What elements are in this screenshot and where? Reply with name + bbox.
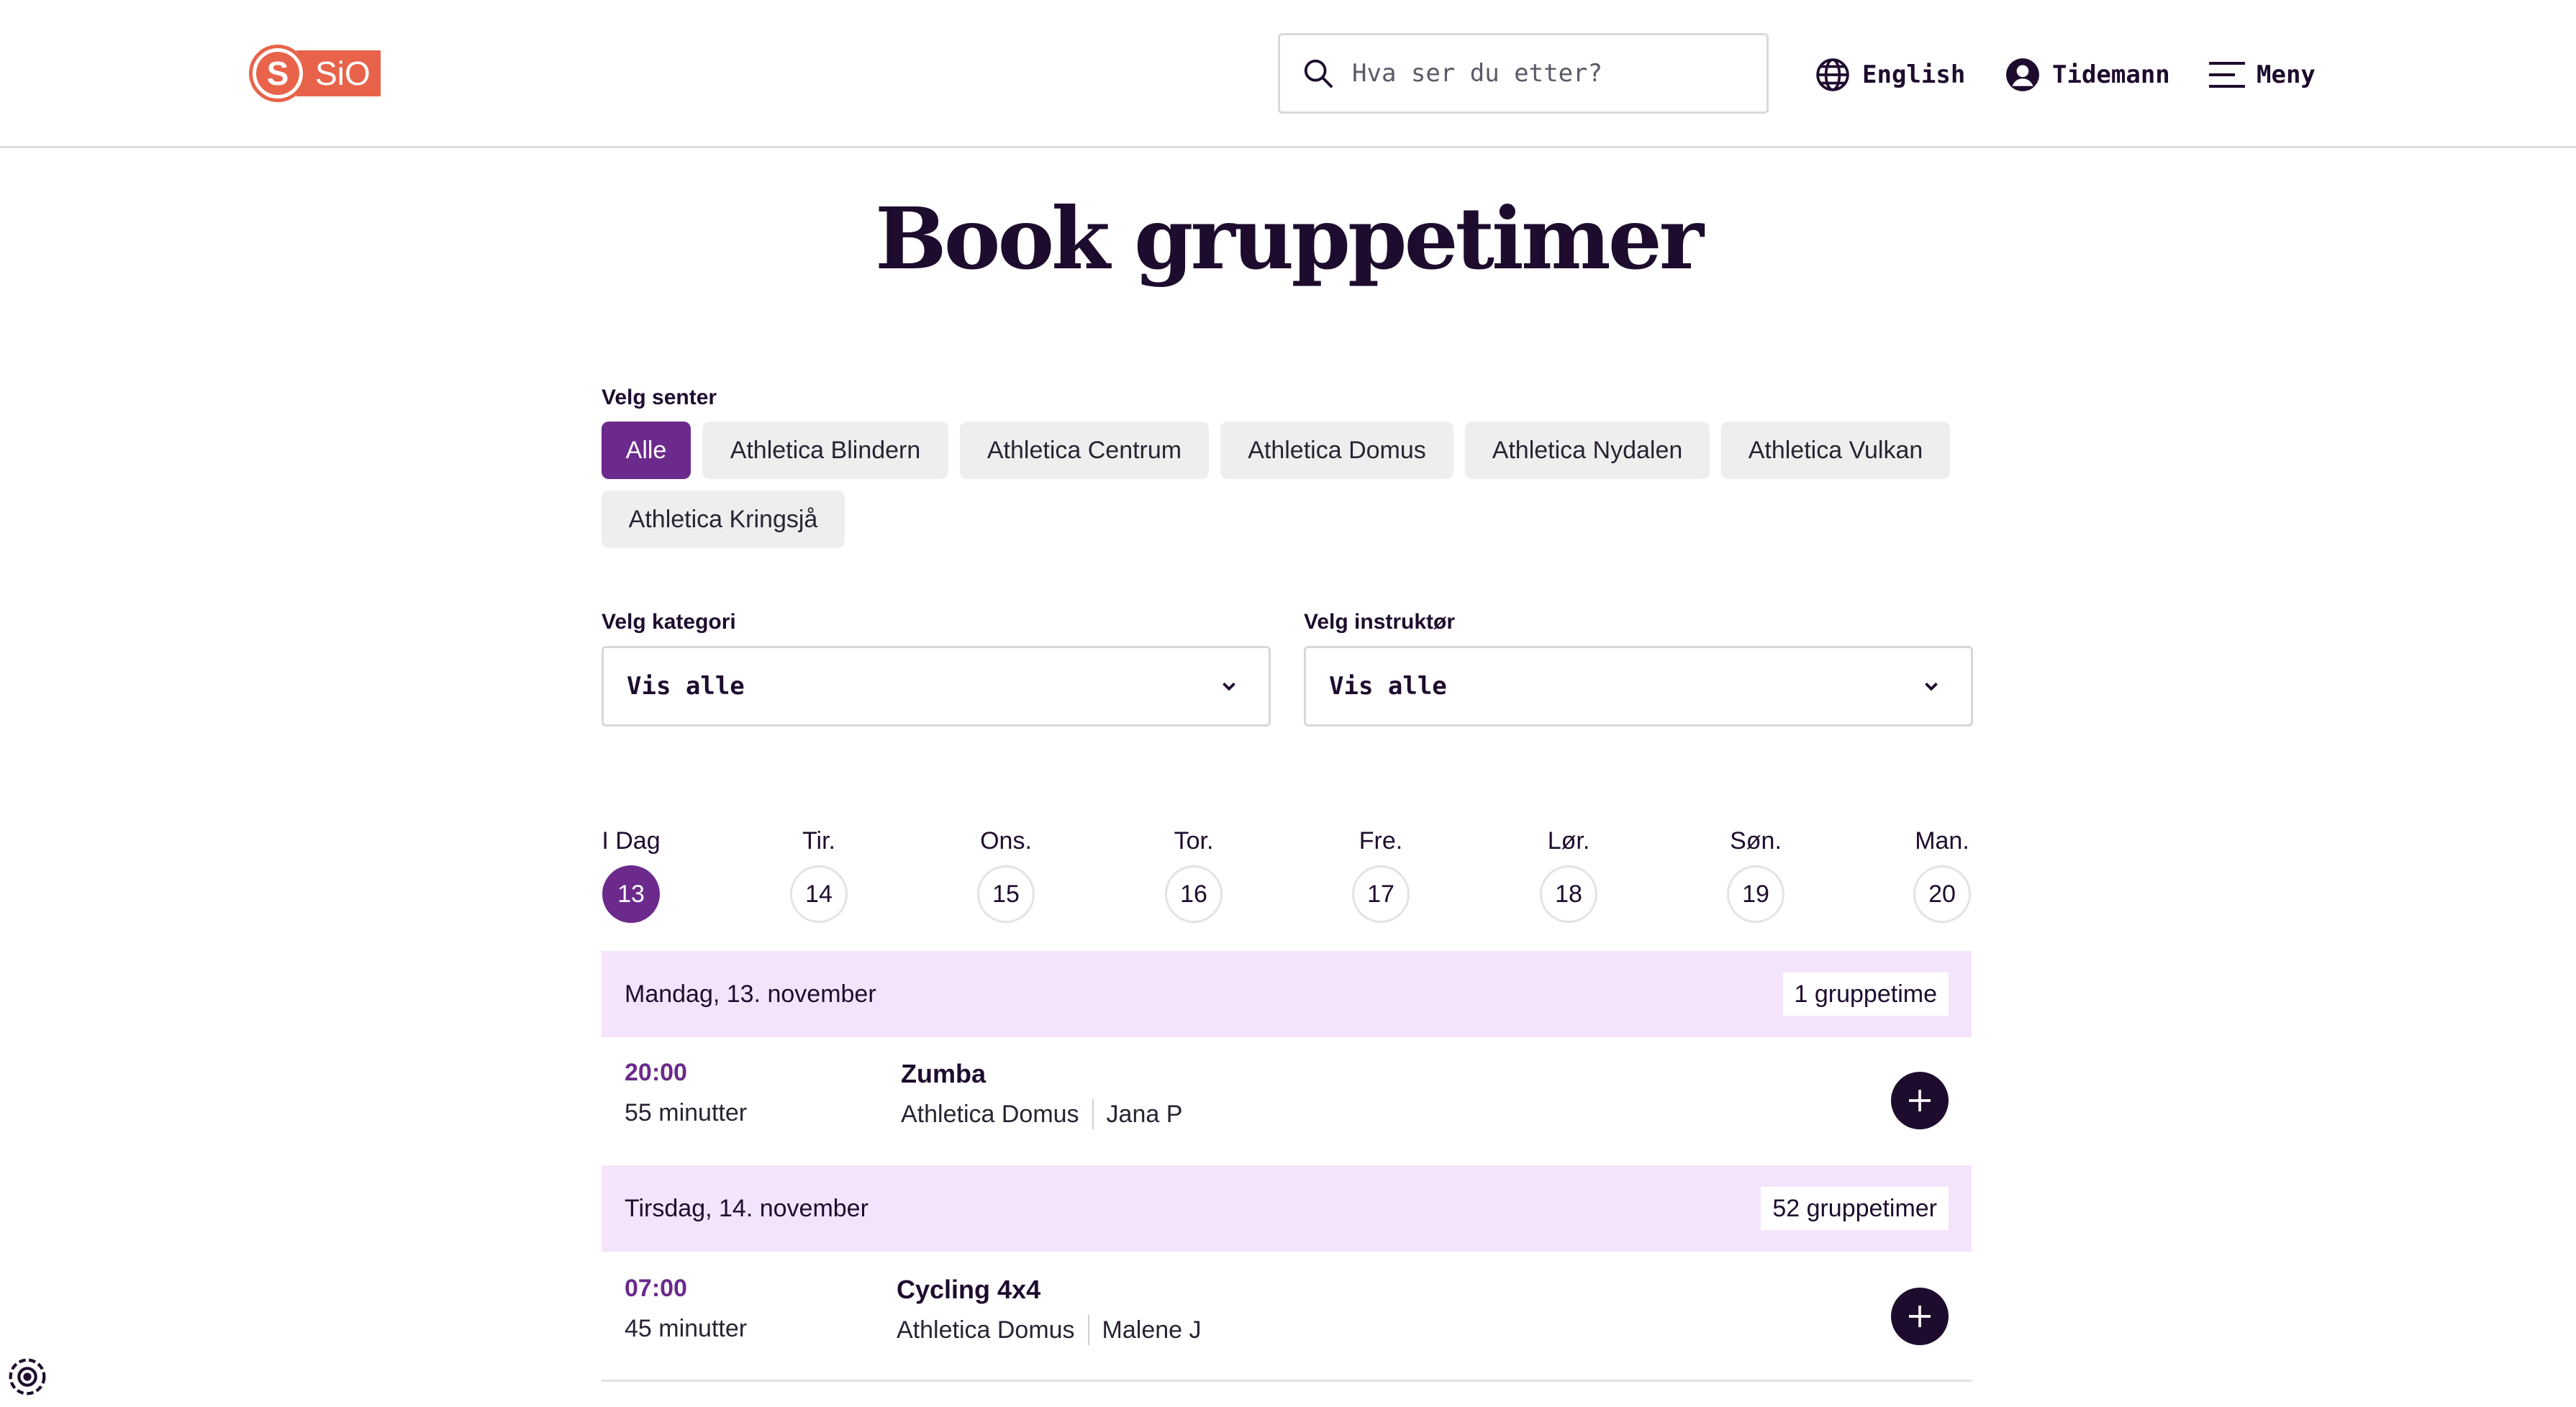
day-date: 15 (977, 865, 1035, 923)
hamburger-icon (2209, 62, 2245, 88)
logo-text: SiO (296, 50, 381, 96)
schedule-day-header: Mandag, 13. november 1 gruppetime (602, 951, 1972, 1037)
day-name: Man. (1915, 827, 1969, 855)
center-chip-kringsja[interactable]: Athletica Kringsjå (602, 491, 845, 548)
center-filter-label: Velg senter (602, 386, 717, 409)
day-date: 17 (1352, 865, 1410, 923)
class-center: Athletica Domus (897, 1316, 1075, 1344)
class-count-badge: 52 gruppetimer (1761, 1187, 1949, 1230)
search-box[interactable] (1278, 33, 1769, 114)
center-chip-domus[interactable]: Athletica Domus (1220, 422, 1453, 479)
chevron-down-icon (1925, 682, 1938, 691)
center-chip-blindern[interactable]: Athletica Blindern (702, 422, 948, 479)
add-class-button[interactable] (1891, 1288, 1949, 1345)
category-select[interactable]: Vis alle (602, 646, 1271, 727)
divider (1092, 1099, 1094, 1129)
accessibility-icon[interactable] (7, 1357, 47, 1397)
class-name: Zumba (901, 1059, 987, 1088)
center-chip-centrum[interactable]: Athletica Centrum (960, 422, 1209, 479)
class-row[interactable]: 20:00 55 minutter Zumba Athletica Domus … (602, 1047, 1972, 1155)
logo-badge: S (249, 45, 307, 102)
class-row[interactable]: 07:00 45 minutter Cycling 4x4 Athletica … (602, 1263, 1972, 1371)
day-tab-0[interactable]: I Dag 13 (591, 827, 671, 923)
user-icon (2006, 58, 2039, 91)
day-tab-7[interactable]: Man. 20 (1902, 827, 1982, 923)
center-chip-vulkan[interactable]: Athletica Vulkan (1721, 422, 1950, 479)
day-name: Ons. (980, 827, 1032, 855)
day-tab-4[interactable]: Fre. 17 (1341, 827, 1420, 923)
day-name: Søn. (1730, 827, 1782, 855)
class-meta: Athletica Domus Malene J (897, 1315, 1202, 1345)
day-date: 16 (1165, 865, 1223, 923)
category-select-value: Vis alle (627, 672, 745, 701)
day-date: 19 (1727, 865, 1784, 923)
class-duration: 45 minutter (625, 1315, 748, 1342)
schedule-date-label: Mandag, 13. november (625, 980, 876, 1008)
instructor-filter-label: Velg instruktør (1304, 610, 1456, 634)
search-input[interactable] (1351, 58, 1756, 88)
plus-icon (1909, 1090, 1931, 1111)
language-label: English (1862, 60, 1966, 89)
day-tab-2[interactable]: Ons. 15 (966, 827, 1046, 923)
class-instructor: Jana P (1106, 1100, 1183, 1128)
day-name: Tor. (1174, 827, 1214, 855)
chevron-down-icon (1223, 682, 1235, 691)
day-name: Lør. (1547, 827, 1590, 855)
day-tab-3[interactable]: Tor. 16 (1154, 827, 1233, 923)
center-chip-alle[interactable]: Alle (602, 422, 691, 479)
class-count-badge: 1 gruppetime (1782, 973, 1949, 1016)
search-icon (1304, 59, 1333, 88)
day-tab-5[interactable]: Lør. 18 (1529, 827, 1608, 923)
day-tab-1[interactable]: Tir. 14 (779, 827, 858, 923)
divider (602, 1380, 1972, 1382)
day-name: Tir. (802, 827, 835, 855)
class-name: Cycling 4x4 (897, 1275, 1041, 1304)
instructor-select-value: Vis alle (1329, 672, 1447, 701)
class-duration: 55 minutter (625, 1099, 748, 1126)
page-title: Book gruppetimer (875, 188, 1704, 288)
class-time: 20:00 (625, 1059, 687, 1086)
day-name: Fre. (1359, 827, 1403, 855)
day-name: I Dag (602, 827, 661, 855)
language-switch[interactable]: English (1815, 50, 1965, 99)
logo-letter: S (256, 52, 299, 95)
class-time: 07:00 (625, 1275, 687, 1302)
instructor-select[interactable]: Vis alle (1304, 646, 1973, 727)
class-instructor: Malene J (1102, 1316, 1202, 1344)
divider (1087, 1315, 1089, 1345)
day-date: 14 (790, 865, 848, 923)
user-name: Tidemann (2052, 60, 2170, 89)
class-meta: Athletica Domus Jana P (901, 1099, 1182, 1129)
menu-button[interactable]: Meny (2209, 50, 2316, 99)
sio-logo[interactable]: S SiO (249, 43, 381, 104)
day-date: 18 (1540, 865, 1597, 923)
site-header: S SiO English Tidemann Meny (0, 0, 2576, 148)
category-filter-label: Velg kategori (602, 610, 736, 634)
schedule-day-header: Tirsdag, 14. november 52 gruppetimer (602, 1165, 1972, 1252)
plus-icon (1909, 1306, 1931, 1327)
day-date: 20 (1913, 865, 1971, 923)
globe-icon (1816, 58, 1849, 91)
schedule-date-label: Tirsdag, 14. november (625, 1194, 869, 1222)
center-chip-nydalen[interactable]: Athletica Nydalen (1465, 422, 1710, 479)
day-tab-6[interactable]: Søn. 19 (1716, 827, 1795, 923)
user-menu[interactable]: Tidemann (2005, 50, 2170, 99)
day-date: 13 (602, 865, 660, 923)
menu-label: Meny (2257, 60, 2316, 89)
class-center: Athletica Domus (901, 1100, 1079, 1128)
add-class-button[interactable] (1891, 1072, 1949, 1129)
